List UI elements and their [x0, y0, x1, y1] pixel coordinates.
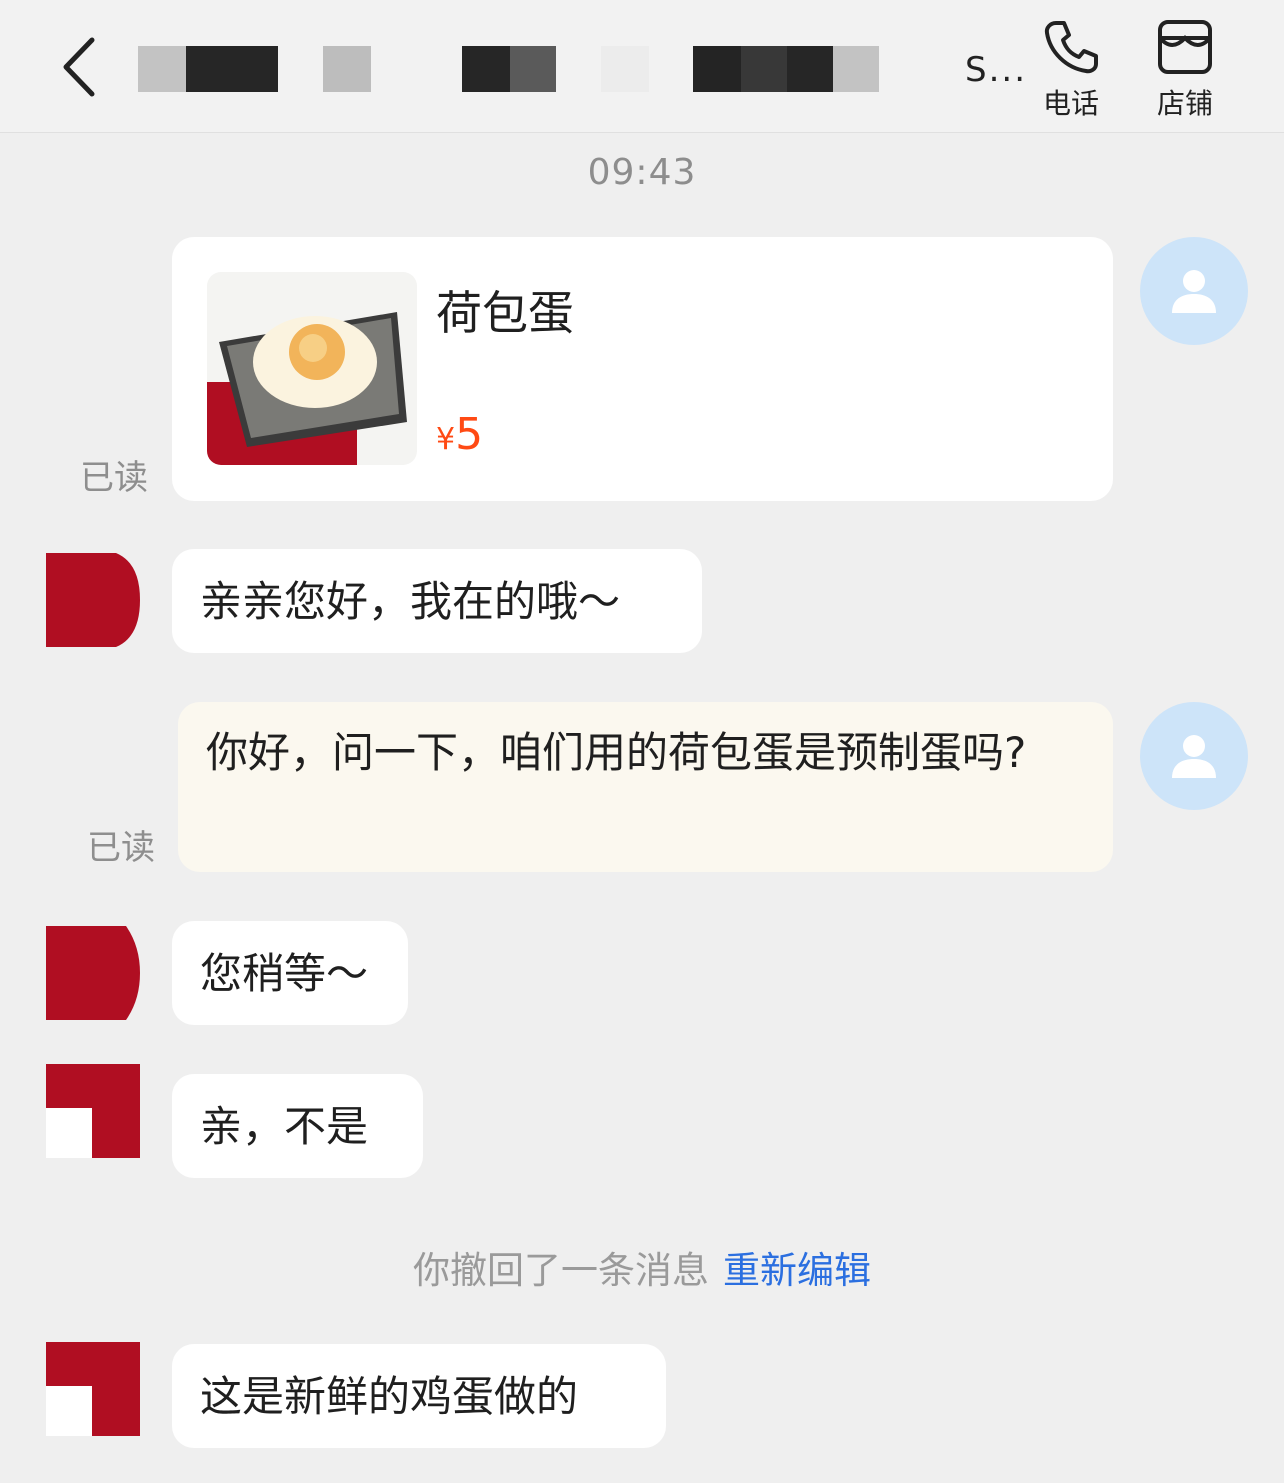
read-status: 已读 — [87, 828, 155, 868]
price-value: 5 — [455, 409, 484, 460]
shop-avatar[interactable] — [46, 553, 140, 647]
message-bubble[interactable]: 这是新鲜的鸡蛋做的 — [172, 1344, 666, 1448]
product-name: 荷包蛋 — [436, 286, 574, 340]
product-price: ¥5 — [436, 409, 483, 460]
message-text: 你好，问一下，咱们用的荷包蛋是预制蛋吗? — [206, 728, 1027, 777]
message-text: 这是新鲜的鸡蛋做的 — [200, 1372, 579, 1421]
store-button[interactable]: 店铺 — [1140, 18, 1230, 122]
message-bubble[interactable]: 亲，不是 — [172, 1074, 423, 1178]
recall-notice: 你撤回了一条消息 重新编辑 — [0, 1240, 1284, 1294]
re-edit-link[interactable]: 重新编辑 — [723, 1249, 871, 1292]
message-text: 亲，不是 — [200, 1102, 369, 1151]
message-text: 您稍等～ — [200, 949, 369, 998]
user-avatar[interactable] — [1140, 702, 1248, 810]
person-icon — [1172, 270, 1216, 313]
phone-button[interactable]: 电话 — [1026, 18, 1116, 122]
chat-header: S... 电话 店铺 — [0, 0, 1284, 133]
back-arrow-icon[interactable] — [58, 34, 102, 100]
price-currency: ¥ — [436, 422, 456, 457]
store-icon — [1158, 20, 1212, 74]
recall-text: 你撤回了一条消息 — [413, 1249, 709, 1292]
person-icon — [1172, 735, 1216, 778]
shop-avatar[interactable] — [46, 1064, 140, 1158]
product-image[interactable] — [207, 272, 417, 465]
shop-avatar[interactable] — [46, 1342, 140, 1436]
shop-name-suffix: S... — [965, 50, 1028, 90]
shop-avatar[interactable] — [46, 926, 140, 1020]
phone-icon — [1044, 21, 1098, 74]
message-bubble[interactable]: 亲亲您好，我在的哦～ — [172, 549, 702, 653]
user-avatar[interactable] — [1140, 237, 1248, 345]
store-label: 店铺 — [1156, 87, 1213, 120]
message-bubble-mine[interactable]: 你好，问一下，咱们用的荷包蛋是预制蛋吗? — [178, 702, 1113, 872]
read-status: 已读 — [80, 458, 148, 498]
product-card[interactable]: 荷包蛋 ¥5 — [172, 237, 1113, 501]
timestamp: 09:43 — [587, 152, 697, 193]
phone-label: 电话 — [1042, 87, 1099, 120]
message-bubble[interactable]: 您稍等～ — [172, 921, 408, 1025]
message-text: 亲亲您好，我在的哦～ — [200, 577, 621, 626]
